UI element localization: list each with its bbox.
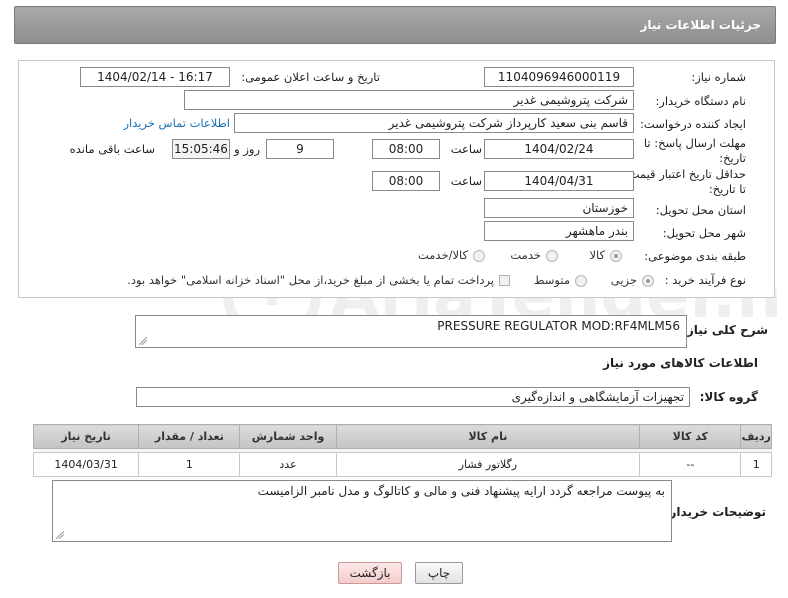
city-label: شهر محل تحویل: <box>662 226 746 240</box>
radio-icon <box>546 249 558 262</box>
radio-icon <box>473 249 485 262</box>
description-text: PRESSURE REGULATOR MOD:RF4MLM56 <box>437 319 680 333</box>
buyer-org-field: شرکت پتروشیمی غدیر <box>184 90 634 110</box>
radio-icon <box>575 274 587 287</box>
cell-code: -- <box>639 452 742 477</box>
checkbox-icon <box>499 275 510 286</box>
table-row: 1 -- رگلاتور فشار عدد 1 1404/03/31 <box>32 452 772 477</box>
col-qty: تعداد / مقدار <box>138 424 241 449</box>
creator-label: ایجاد کننده درخواست: <box>640 117 746 131</box>
reply-deadline-label-2: تاریخ: <box>719 151 746 165</box>
cell-row: 1 <box>740 452 772 477</box>
buyer-notes-text: به پیوست مراجعه گردد ارایه پیشنهاد فنی و… <box>257 484 665 498</box>
days-remaining-field: 9 <box>266 139 334 159</box>
price-validity-time-field: 08:00 <box>372 171 440 191</box>
buyer-org-label: نام دستگاه خریدار: <box>655 94 746 108</box>
province-field: خوزستان <box>484 198 634 218</box>
announce-datetime-label: تاریخ و ساعت اعلان عمومی: <box>241 70 380 84</box>
cell-qty: 1 <box>138 452 241 477</box>
process-type-label: نوع فرآیند خرید : <box>664 273 746 287</box>
treasury-payment-option[interactable]: پرداخت تمام یا بخشی از مبلغ خرید،از محل … <box>127 273 510 287</box>
print-button[interactable]: چاپ <box>415 562 463 584</box>
process-option-minor[interactable]: جزیی <box>611 273 654 287</box>
resize-grip-icon <box>139 337 147 345</box>
category-option-service[interactable]: خدمت <box>510 248 558 262</box>
col-date: تاریخ نیاز <box>32 424 140 449</box>
reply-time-field: 08:00 <box>372 139 440 159</box>
cell-unit: عدد <box>239 452 337 477</box>
radio-icon <box>610 249 622 262</box>
reply-deadline-label: مهلت ارسال پاسخ: تا <box>643 136 746 150</box>
remaining-time-label: ساعت باقی مانده <box>69 142 155 156</box>
buyer-notes-field: به پیوست مراجعه گردد ارایه پیشنهاد فنی و… <box>52 480 672 542</box>
need-number-field: 1104096946000119 <box>484 67 634 87</box>
col-unit: واحد شمارش <box>239 424 337 449</box>
price-validity-date-field: 1404/04/31 <box>484 171 634 191</box>
description-field: PRESSURE REGULATOR MOD:RF4MLM56 <box>135 315 687 348</box>
cell-name: رگلاتور فشار <box>335 452 641 477</box>
price-validity-label-2: تا تاریخ: <box>708 182 746 196</box>
province-label: استان محل تحویل: <box>655 203 746 217</box>
cell-date: 1404/03/31 <box>32 452 140 477</box>
description-label: شرح کلی نیاز: <box>682 323 768 337</box>
col-name: نام کالا <box>335 424 641 449</box>
reply-time-label: ساعت <box>450 142 482 156</box>
col-code: کد کالا <box>639 424 742 449</box>
city-field: بندر ماهشهر <box>484 221 634 241</box>
category-option-goods[interactable]: کالا <box>589 248 622 262</box>
items-table-header: ردیف کد کالا نام کالا واحد شمارش تعداد /… <box>32 424 772 449</box>
category-option-goods-service[interactable]: کالا/خدمت <box>418 248 485 262</box>
remaining-time-field: 15:05:46 <box>172 139 230 159</box>
reply-date-field: 1404/02/24 <box>484 139 634 159</box>
goods-group-label: گروه کالا: <box>699 390 758 404</box>
page-header: جزئیات اطلاعات نیاز <box>14 6 776 44</box>
page-title: جزئیات اطلاعات نیاز <box>640 18 761 32</box>
days-label: روز و <box>234 142 260 156</box>
buyer-notes-label: توضیحات خریدار: <box>664 505 766 519</box>
need-number-label: شماره نیاز: <box>691 70 746 84</box>
price-validity-label: حداقل تاریخ اعتبار قیمت: <box>624 167 746 181</box>
back-button[interactable]: بازگشت <box>338 562 402 584</box>
category-label: طبقه بندی موضوعی: <box>644 249 746 263</box>
buyer-contact-link[interactable]: اطلاعات تماس خریدار <box>123 116 230 130</box>
price-validity-time-label: ساعت <box>450 174 482 188</box>
goods-group-field: تجهیزات آزمایشگاهی و اندازه‌گیری <box>136 387 690 407</box>
items-section-title: اطلاعات کالاهای مورد نیاز <box>603 356 758 370</box>
creator-field: قاسم بنی سعید کارپرداز شرکت پتروشیمی غدی… <box>234 113 634 133</box>
resize-grip-icon <box>56 531 64 539</box>
radio-icon <box>642 274 654 287</box>
col-row: ردیف <box>740 424 772 449</box>
items-table: ردیف کد کالا نام کالا واحد شمارش تعداد /… <box>32 424 772 477</box>
announce-datetime-field: 1404/02/14 - 16:17 <box>80 67 230 87</box>
process-option-medium[interactable]: متوسط <box>534 273 587 287</box>
